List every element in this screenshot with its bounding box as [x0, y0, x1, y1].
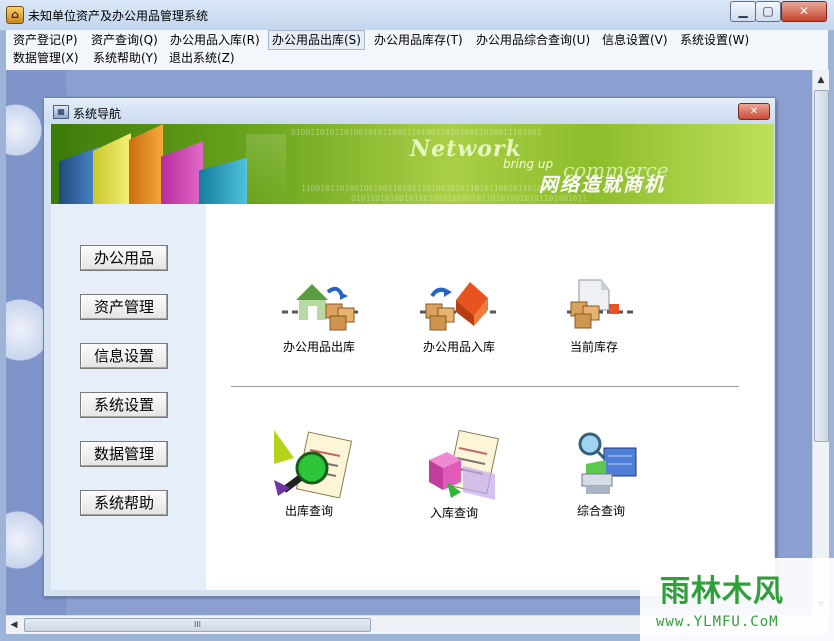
section-divider — [231, 386, 739, 388]
site-watermark: 雨林木风 www.YLMFU.CoM — [640, 558, 834, 641]
outbound-house-icon — [264, 274, 374, 334]
tile-outbound-query[interactable]: 出库查询 — [254, 430, 364, 519]
nav-system-help-button[interactable]: 系统帮助 — [80, 490, 168, 516]
left-navigation: 办公用品 资产管理 信息设置 系统设置 数据管理 系统帮助 — [51, 204, 206, 590]
nav-info-settings-button[interactable]: 信息设置 — [80, 343, 168, 369]
window-title: 未知单位资产及办公用品管理系统 — [28, 9, 209, 23]
nav-asset-management-button[interactable]: 资产管理 — [80, 294, 168, 320]
maximize-button[interactable]: ▢ — [755, 1, 781, 22]
vertical-scroll-thumb[interactable] — [814, 90, 829, 442]
menu-bar: 资产登记(P) 资产查询(Q) 办公用品入库(R) 办公用品出库(S) 办公用品… — [6, 30, 828, 70]
building-icon: ▦ — [53, 105, 69, 119]
network-banner: 0100110101101001010110001101001101010011… — [51, 124, 774, 204]
tile-supplies-inbound[interactable]: 办公用品入库 — [404, 274, 514, 355]
horizontal-scroll-thumb[interactable]: III — [24, 618, 371, 632]
menu-asset-query[interactable]: 资产查询(Q) — [88, 31, 161, 49]
inventory-boxes-icon — [539, 274, 649, 334]
close-button[interactable]: ✕ — [781, 1, 827, 22]
cube-document-icon — [399, 429, 509, 500]
watermark-url: www.YLMFU.CoM — [656, 614, 779, 630]
tile-label: 出库查询 — [284, 504, 333, 518]
tile-label: 综合查询 — [576, 504, 625, 518]
nav-data-management-button[interactable]: 数据管理 — [80, 441, 168, 467]
navigation-dialog: ▦ 系统导航 ✕ 0100110101101001010110001101001… — [43, 97, 776, 597]
tile-combined-query[interactable]: 综合查询 — [546, 430, 656, 519]
magnifier-document-icon — [254, 430, 364, 499]
menu-supplies-outbound[interactable]: 办公用品出库(S) — [268, 30, 365, 50]
scroll-left-icon[interactable]: ◀ — [6, 617, 22, 633]
tile-label: 办公用品出库 — [282, 340, 355, 354]
menu-info-settings[interactable]: 信息设置(V) — [599, 31, 671, 49]
scroll-up-icon[interactable]: ▲ — [813, 72, 829, 88]
menu-supplies-query[interactable]: 办公用品综合查询(U) — [473, 31, 593, 49]
menu-system-settings[interactable]: 系统设置(W) — [677, 31, 752, 49]
minimize-button[interactable]: ▁ — [730, 1, 756, 22]
menu-system-help[interactable]: 系统帮助(Y) — [90, 49, 161, 67]
banner-slogan: 网络造就商机 — [539, 174, 666, 196]
dialog-title-bar[interactable]: ▦ 系统导航 ✕ — [44, 98, 775, 124]
nav-office-supplies-button[interactable]: 办公用品 — [80, 245, 168, 271]
nav-system-settings-button[interactable]: 系统设置 — [80, 392, 168, 418]
watermark-logo: 雨林木风 — [660, 574, 784, 609]
dialog-close-button[interactable]: ✕ — [738, 103, 770, 120]
house-icon: ⌂ — [6, 6, 24, 24]
tile-inbound-query[interactable]: 入库查询 — [399, 429, 509, 521]
bar-chart-graphic — [51, 124, 291, 204]
menu-supplies-stock[interactable]: 办公用品库存(T) — [371, 31, 466, 49]
menu-asset-register[interactable]: 资产登记(P) — [10, 31, 81, 49]
tile-current-stock[interactable]: 当前库存 — [539, 274, 649, 355]
tile-label: 当前库存 — [569, 340, 618, 354]
tile-label: 办公用品入库 — [422, 340, 495, 354]
vertical-scrollbar[interactable]: ▲ ▼ — [812, 70, 829, 615]
inbound-house-icon — [404, 274, 514, 334]
search-computer-icon — [546, 430, 656, 498]
banner-bring-up-text: bring up — [503, 157, 554, 171]
tile-supplies-outbound[interactable]: 办公用品出库 — [264, 274, 374, 355]
dialog-title: 系统导航 — [73, 107, 122, 121]
function-panel: 办公用品出库 办公用品入库 当前库存 出库查询 入库查询 综合查询 — [206, 204, 774, 590]
window-title-bar[interactable]: ⌂ 未知单位资产及办公用品管理系统 ▁ ▢ ✕ — [0, 0, 834, 31]
menu-data-management[interactable]: 数据管理(X) — [10, 49, 82, 67]
tile-label: 入库查询 — [429, 506, 478, 520]
menu-exit[interactable]: 退出系统(Z) — [166, 49, 238, 67]
menu-supplies-inbound[interactable]: 办公用品入库(R) — [167, 31, 263, 49]
